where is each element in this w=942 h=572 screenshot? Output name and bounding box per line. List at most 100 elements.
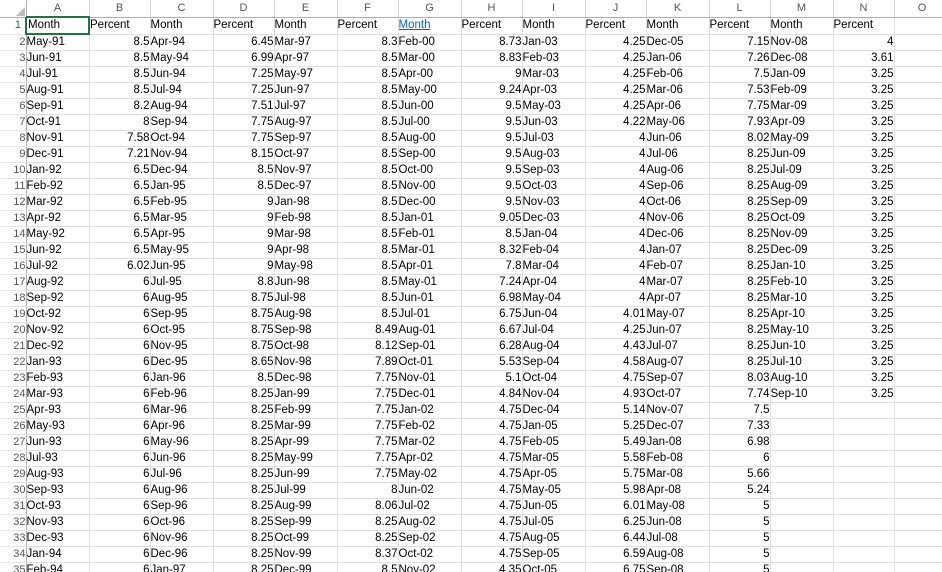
cell-K16[interactable]: Feb-07 [646,258,710,275]
cell-D14[interactable]: 9 [213,226,275,243]
cell-D8[interactable]: 7.75 [213,130,275,147]
cell-L34[interactable]: 5 [709,546,771,563]
cell-K27[interactable]: Jan-08 [646,434,710,451]
cell-I33[interactable]: Aug-05 [522,530,586,547]
cell-D11[interactable]: 8.5 [213,178,275,195]
cell-I22[interactable]: Sep-04 [522,354,586,371]
cell-E22[interactable]: Nov-98 [274,354,338,371]
cell-C11[interactable]: Jan-95 [150,178,214,195]
cell-D7[interactable]: 7.75 [213,114,275,131]
cell-G34[interactable]: Oct-02 [398,546,462,563]
cell-H5[interactable]: 9.24 [461,82,523,99]
cell-F5[interactable]: 8.5 [337,82,399,99]
cell-O31[interactable] [894,498,942,515]
cell-O33[interactable] [894,530,942,547]
cell-K4[interactable]: Feb-06 [646,66,710,83]
cell-J23[interactable]: 4.75 [585,370,647,387]
cell-B6[interactable]: 8.2 [89,98,151,115]
cell-I10[interactable]: Sep-03 [522,162,586,179]
cell-E19[interactable]: Aug-98 [274,306,338,323]
cell-K33[interactable]: Jul-08 [646,530,710,547]
cell-K28[interactable]: Feb-08 [646,450,710,467]
cell-J7[interactable]: 4.22 [585,114,647,131]
cell-H28[interactable]: 4.75 [461,450,523,467]
cell-G1[interactable]: Month [398,17,462,35]
cell-E13[interactable]: Feb-98 [274,210,338,227]
cell-I17[interactable]: Apr-04 [522,274,586,291]
cell-O34[interactable] [894,546,942,563]
cell-M31[interactable] [770,498,834,515]
cell-B13[interactable]: 6.5 [89,210,151,227]
spreadsheet-row[interactable]: 15 Jun-92 6.5 May-95 9 Apr-98 8.5 Mar-01 8.32 Feb… [0,242,942,259]
cell-C34[interactable]: Dec-96 [150,546,214,563]
cell-M24[interactable]: Sep-10 [770,386,834,403]
cell-A32[interactable]: Nov-93 [26,514,90,531]
cell-L23[interactable]: 8.03 [709,370,771,387]
cell-H13[interactable]: 9.05 [461,210,523,227]
cell-D29[interactable]: 8.25 [213,466,275,483]
cell-B28[interactable]: 6 [89,450,151,467]
cell-J6[interactable]: 4.25 [585,98,647,115]
spreadsheet-row[interactable]: 13 Apr-92 6.5 Mar-95 9 Feb-98 8.5 Jan-01 9.05 Dec… [0,210,942,227]
row-header-5[interactable]: 5 [0,82,27,99]
cell-A4[interactable]: Jul-91 [26,66,90,83]
cell-O5[interactable] [894,82,942,99]
cell-O1[interactable] [894,17,942,35]
cell-O18[interactable] [894,290,942,307]
spreadsheet-row[interactable]: 23 Feb-93 6 Jan-96 8.5 Dec-98 7.75 Nov-01 5.1 Oct… [0,370,942,387]
cell-E10[interactable]: Nov-97 [274,162,338,179]
cell-M27[interactable] [770,434,834,451]
cell-C33[interactable]: Nov-96 [150,530,214,547]
cell-M3[interactable]: Dec-08 [770,50,834,67]
cell-F16[interactable]: 8.5 [337,258,399,275]
cell-K15[interactable]: Jan-07 [646,242,710,259]
cell-D24[interactable]: 8.25 [213,386,275,403]
cell-F32[interactable]: 8.25 [337,514,399,531]
cell-J16[interactable]: 4 [585,258,647,275]
cell-H7[interactable]: 9.5 [461,114,523,131]
cell-D2[interactable]: 6.45 [213,34,275,51]
column-header-b[interactable]: B [89,0,151,18]
cell-B7[interactable]: 8 [89,114,151,131]
cell-L7[interactable]: 7.93 [709,114,771,131]
cell-G32[interactable]: Aug-02 [398,514,462,531]
cell-A16[interactable]: Jul-92 [26,258,90,275]
cell-C15[interactable]: May-95 [150,242,214,259]
cell-A30[interactable]: Sep-93 [26,482,90,499]
cell-H4[interactable]: 9 [461,66,523,83]
cell-M10[interactable]: Jul-09 [770,162,834,179]
spreadsheet-grid[interactable]: ABCDEFGHIJKLMNO 1 Month Percent Month Percen… [0,0,942,572]
cell-G23[interactable]: Nov-01 [398,370,462,387]
cell-G21[interactable]: Sep-01 [398,338,462,355]
spreadsheet-row[interactable]: 30 Sep-93 6 Aug-96 8.25 Jul-99 8 Jun-02 4.75 May-… [0,482,942,499]
cell-B35[interactable]: 6 [89,562,151,572]
cell-K23[interactable]: Sep-07 [646,370,710,387]
spreadsheet-row[interactable]: 19 Oct-92 6 Sep-95 8.75 Aug-98 8.5 Jul-01 6.75 Ju… [0,306,942,323]
cell-F24[interactable]: 7.75 [337,386,399,403]
cell-A35[interactable]: Feb-94 [26,562,90,572]
cell-L22[interactable]: 8.25 [709,354,771,371]
cell-K11[interactable]: Sep-06 [646,178,710,195]
cell-B12[interactable]: 6.5 [89,194,151,211]
cell-F34[interactable]: 8.37 [337,546,399,563]
cell-H6[interactable]: 9.5 [461,98,523,115]
cell-N6[interactable]: 3.25 [833,98,895,115]
spreadsheet-row[interactable]: 14 May-92 6.5 Apr-95 9 Mar-98 8.5 Feb-01 8.5 Jan-… [0,226,942,243]
cell-L24[interactable]: 7.74 [709,386,771,403]
cell-A17[interactable]: Aug-92 [26,274,90,291]
cell-K6[interactable]: Apr-06 [646,98,710,115]
cell-A8[interactable]: Nov-91 [26,130,90,147]
cell-L9[interactable]: 8.25 [709,146,771,163]
cell-A7[interactable]: Oct-91 [26,114,90,131]
cell-E33[interactable]: Oct-99 [274,530,338,547]
cell-C32[interactable]: Oct-96 [150,514,214,531]
cell-J30[interactable]: 5.98 [585,482,647,499]
cell-J20[interactable]: 4.25 [585,322,647,339]
cell-G30[interactable]: Jun-02 [398,482,462,499]
cell-D32[interactable]: 8.25 [213,514,275,531]
cell-G26[interactable]: Feb-02 [398,418,462,435]
cell-K22[interactable]: Aug-07 [646,354,710,371]
cell-L26[interactable]: 7.33 [709,418,771,435]
cell-F1[interactable]: Percent [337,17,399,35]
cell-B5[interactable]: 8.5 [89,82,151,99]
